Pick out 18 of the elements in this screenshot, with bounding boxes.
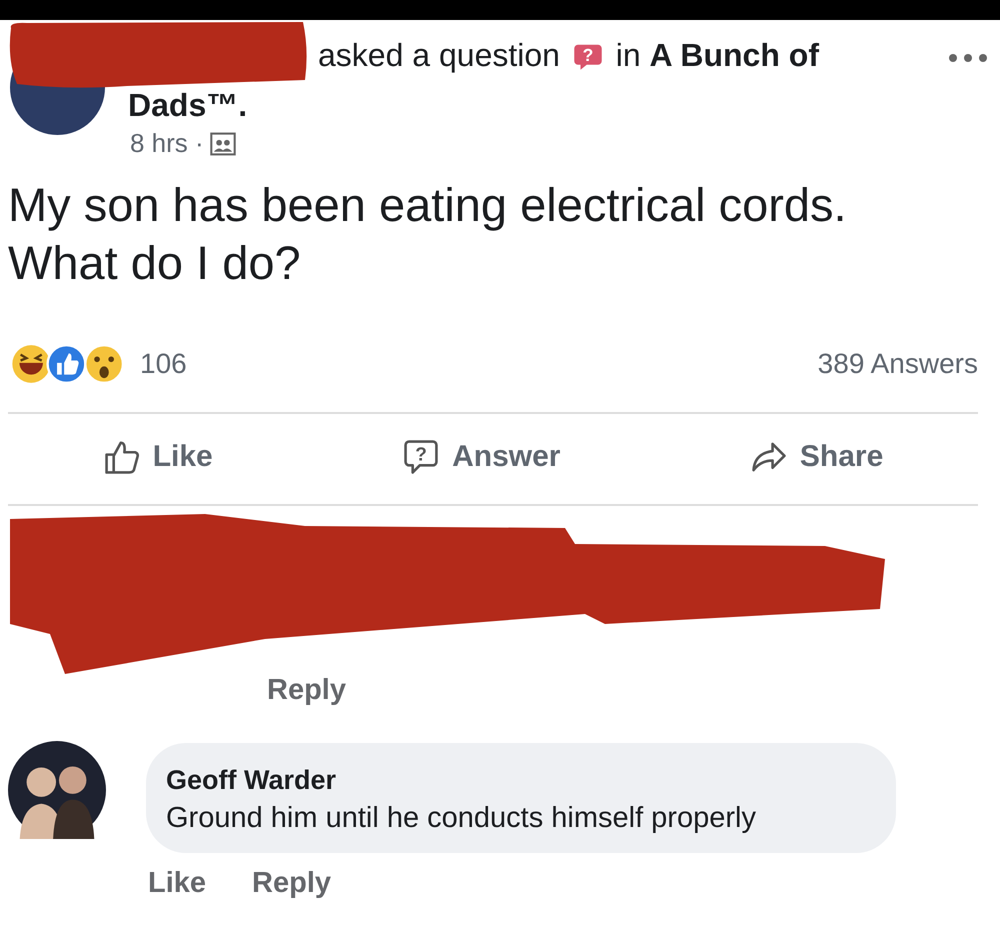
question-bubble-icon: ? bbox=[402, 438, 440, 476]
question-text: My son has been eating electrical cords. What do I do? bbox=[8, 177, 848, 291]
answer-button[interactable]: ? Answer bbox=[392, 432, 570, 482]
comment-action-link[interactable]: Reply bbox=[250, 867, 332, 900]
comment-text: Ground him until he conducts himself properly bbox=[166, 802, 757, 835]
group-icon bbox=[210, 130, 236, 156]
comment-action-link[interactable]: Reply bbox=[265, 674, 346, 707]
group-link[interactable]: in A Bunch of bbox=[616, 37, 819, 73]
more-icon[interactable] bbox=[948, 52, 988, 64]
post-time: 8 hrs · bbox=[130, 128, 204, 159]
group-link[interactable]: Dads™. bbox=[128, 87, 248, 123]
reaction-count[interactable]: 106 bbox=[140, 348, 187, 380]
comment-action-link[interactable]: Like bbox=[146, 867, 206, 900]
share-button[interactable]: Share bbox=[740, 432, 894, 482]
like-button[interactable]: Like bbox=[92, 432, 223, 482]
header-text: asked a question bbox=[318, 37, 560, 73]
answers-count[interactable]: 389 Answers bbox=[818, 348, 978, 380]
comment-author[interactable]: Geoff Warder bbox=[166, 765, 864, 796]
